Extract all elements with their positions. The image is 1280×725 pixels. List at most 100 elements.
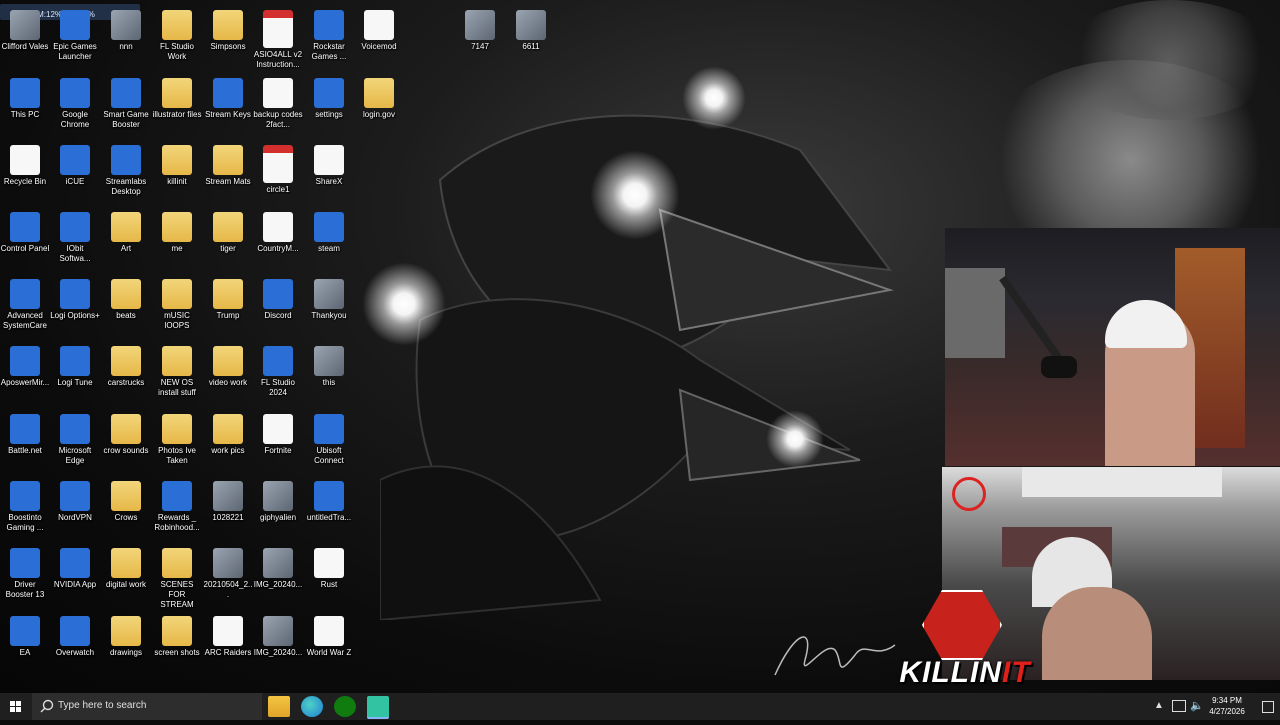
desktop-icon[interactable]: Crows bbox=[101, 476, 151, 540]
desktop-icon[interactable]: untitledTra... bbox=[304, 476, 354, 540]
desktop-icon[interactable]: NEW OS install stuff bbox=[152, 341, 202, 405]
desktop-icon[interactable]: IObit Softwa... bbox=[50, 207, 100, 271]
desktop-icon[interactable]: carstrucks bbox=[101, 341, 151, 405]
desktop-icon[interactable]: Ubisoft Connect bbox=[304, 409, 354, 473]
desktop-icon[interactable]: ARC Raiders bbox=[203, 611, 253, 675]
xbox-icon[interactable] bbox=[334, 696, 356, 717]
desktop-icon[interactable]: iCUE bbox=[50, 140, 100, 204]
desktop-icon[interactable]: Rust bbox=[304, 543, 354, 607]
desktop-icon[interactable]: NVIDIA App bbox=[50, 543, 100, 607]
desktop-icon[interactable]: Clifford Vales bbox=[0, 5, 50, 69]
desktop-icon[interactable]: login.gov bbox=[354, 73, 404, 137]
desktop-icon[interactable]: beats bbox=[101, 274, 151, 338]
desktop-icon[interactable]: crow sounds bbox=[101, 409, 151, 473]
desktop-icon[interactable]: digital work bbox=[101, 543, 151, 607]
desktop-icon[interactable]: Logi Options+ bbox=[50, 274, 100, 338]
desktop-icon[interactable]: video work bbox=[203, 341, 253, 405]
desktop-icon[interactable]: Photos Ive Taken bbox=[152, 409, 202, 473]
desktop-icon[interactable]: Overwatch bbox=[50, 611, 100, 675]
desktop-icon[interactable]: mUSIC lOOPS bbox=[152, 274, 202, 338]
desktop-icon[interactable]: ASIO4ALL v2 Instruction... bbox=[253, 5, 303, 69]
desktop-icon[interactable]: circle1 bbox=[253, 140, 303, 204]
desktop-icon[interactable]: Advanced SystemCare bbox=[0, 274, 50, 338]
desktop-icon[interactable]: IMG_20240... bbox=[253, 543, 303, 607]
desktop-icon-label: Thankyou bbox=[311, 311, 347, 320]
taskbar-search-box[interactable]: Type here to search bbox=[32, 693, 262, 720]
desktop-icon[interactable]: work pics bbox=[203, 409, 253, 473]
desktop-icon[interactable]: Simpsons bbox=[203, 5, 253, 69]
edge-icon[interactable] bbox=[301, 696, 323, 717]
desktop-icon[interactable]: This PC bbox=[0, 73, 50, 137]
desktop-icon[interactable]: Control Panel bbox=[0, 207, 50, 271]
desktop-icon[interactable]: Recycle Bin bbox=[0, 140, 50, 204]
webcam-face-overlay bbox=[945, 228, 1280, 466]
desktop-icon[interactable]: Thankyou bbox=[304, 274, 354, 338]
desktop-icon[interactable]: Streamlabs Desktop bbox=[101, 140, 151, 204]
desktop-icon[interactable]: Discord bbox=[253, 274, 303, 338]
desktop-icon[interactable]: illustrator files bbox=[152, 73, 202, 137]
desktop-icon-label: 6611 bbox=[522, 42, 540, 51]
notification-icon[interactable] bbox=[1262, 701, 1274, 713]
image-icon bbox=[213, 548, 243, 578]
desktop-icon[interactable]: Art bbox=[101, 207, 151, 271]
desktop-icon[interactable]: 6611 bbox=[506, 5, 556, 69]
document-icon bbox=[314, 145, 344, 175]
desktop-icon[interactable]: World War Z bbox=[304, 611, 354, 675]
desktop-icon[interactable]: Smart Game Booster bbox=[101, 73, 151, 137]
network-icon[interactable] bbox=[1172, 700, 1186, 712]
desktop-icon[interactable]: nnn bbox=[101, 5, 151, 69]
desktop-icon[interactable]: settings bbox=[304, 73, 354, 137]
desktop-icon[interactable]: ShareX bbox=[304, 140, 354, 204]
desktop-icon[interactable]: EA bbox=[0, 611, 50, 675]
taskbar-clock[interactable]: 9:34 PM 4/27/2026 bbox=[1202, 695, 1252, 717]
desktop-icon[interactable]: FL Studio 2024 bbox=[253, 341, 303, 405]
desktop-icon[interactable]: me bbox=[152, 207, 202, 271]
desktop-icon[interactable]: 1028221 bbox=[203, 476, 253, 540]
desktop-icon[interactable]: Logi Tune bbox=[50, 341, 100, 405]
microphone bbox=[1041, 356, 1077, 378]
desktop-icon-label: illustrator files bbox=[152, 110, 202, 119]
desktop-icon[interactable]: screen shots bbox=[152, 611, 202, 675]
start-button[interactable] bbox=[0, 693, 32, 720]
desktop-icon[interactable]: Boostinto Gaming ... bbox=[0, 476, 50, 540]
glowing-eye bbox=[590, 150, 680, 240]
desktop-icon-label: screen shots bbox=[154, 648, 200, 657]
desktop-icon-label: nnn bbox=[119, 42, 133, 51]
desktop-icon[interactable]: IMG_20240... bbox=[253, 611, 303, 675]
folder-icon bbox=[162, 10, 192, 40]
folder-icon bbox=[111, 212, 141, 242]
desktop-icon[interactable]: Microsoft Edge bbox=[50, 409, 100, 473]
desktop-icon[interactable]: drawings bbox=[101, 611, 151, 675]
desktop-icon[interactable]: giphyalien bbox=[253, 476, 303, 540]
desktop-icon[interactable]: killinit bbox=[152, 140, 202, 204]
desktop-icon[interactable]: Stream Keys bbox=[203, 73, 253, 137]
chevron-up-icon[interactable]: ▲ bbox=[1154, 700, 1164, 711]
desktop-icon[interactable]: Voicemod bbox=[354, 5, 404, 69]
desktop-icon[interactable]: 20210504_2... bbox=[203, 543, 253, 607]
desktop-icon[interactable]: Trump bbox=[203, 274, 253, 338]
desktop-icon[interactable]: Epic Games Launcher bbox=[50, 5, 100, 69]
desktop-icon[interactable]: 7147 bbox=[455, 5, 505, 69]
desktop-icon[interactable]: Battle.net bbox=[0, 409, 50, 473]
desktop-icon[interactable]: steam bbox=[304, 207, 354, 271]
desktop-icon[interactable]: CountryM... bbox=[253, 207, 303, 271]
desktop-icon[interactable]: Rockstar Games ... bbox=[304, 5, 354, 69]
folder-icon bbox=[162, 145, 192, 175]
desktop-icon[interactable]: FL Studio Work bbox=[152, 5, 202, 69]
desktop-icon[interactable]: AposwerMir... bbox=[0, 341, 50, 405]
desktop-icon[interactable]: Rewards _ Robinhood... bbox=[152, 476, 202, 540]
desktop-icon[interactable]: tiger bbox=[203, 207, 253, 271]
streamlabs-icon[interactable] bbox=[367, 696, 389, 719]
image-icon bbox=[314, 279, 344, 309]
desktop-icon[interactable]: SCENES FOR STREAM bbox=[152, 543, 202, 609]
desktop-icon-label: backup codes 2fact... bbox=[253, 110, 303, 129]
desktop-icon[interactable]: NordVPN bbox=[50, 476, 100, 540]
desktop-icon-label: Smart Game Booster bbox=[103, 110, 149, 129]
desktop-icon[interactable]: this bbox=[304, 341, 354, 405]
desktop-icon[interactable]: backup codes 2fact... bbox=[253, 73, 303, 137]
desktop-icon[interactable]: Fortnite bbox=[253, 409, 303, 473]
desktop-icon[interactable]: Google Chrome bbox=[50, 73, 100, 137]
desktop-icon[interactable]: Driver Booster 13 bbox=[0, 543, 50, 607]
file-explorer-icon[interactable] bbox=[268, 696, 290, 717]
desktop-icon[interactable]: Stream Mats bbox=[203, 140, 253, 204]
